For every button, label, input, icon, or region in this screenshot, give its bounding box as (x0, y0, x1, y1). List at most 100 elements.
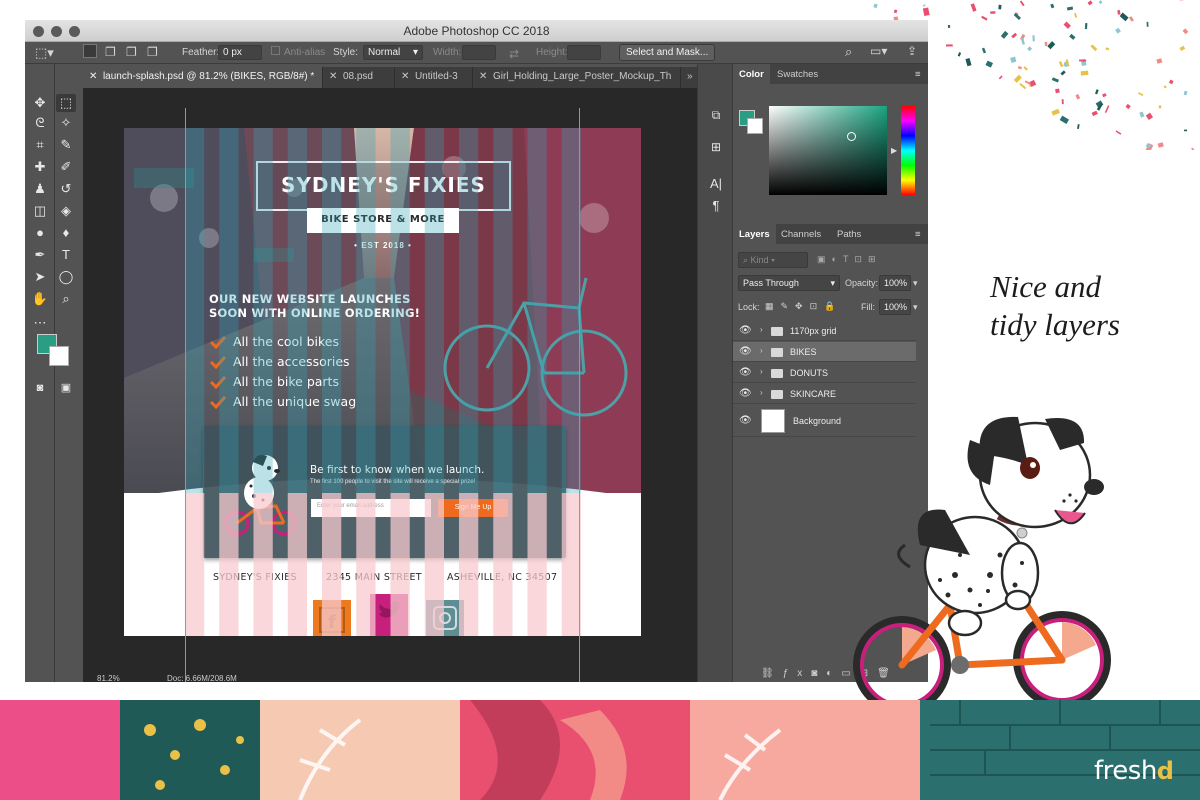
confetti-piece (1011, 32, 1018, 39)
expand-arrow-icon[interactable]: › (760, 388, 763, 397)
confetti-piece (922, 7, 930, 17)
zoom-tool-icon[interactable]: ⌕ (56, 290, 76, 308)
color-picker-handle[interactable] (847, 132, 856, 141)
tab-launch-splash[interactable]: ✕ launch-splash.psd @ 81.2% (BIKES, RGB/… (83, 67, 323, 88)
tab-untitled-3[interactable]: ✕ Untitled-3 (395, 67, 473, 88)
zoom-level[interactable]: 81.2% (97, 674, 120, 682)
signup-card: Be first to know when we launch. The fir… (203, 426, 566, 558)
marquee-tool-icon[interactable]: ⬚ (56, 94, 76, 112)
crop-tool-icon[interactable]: ⌗ (30, 136, 50, 154)
feature-item: All the cool bikes (209, 332, 356, 352)
move-tool-icon[interactable]: ✥ (30, 94, 50, 112)
visibility-eye-icon[interactable]: 👁 (739, 388, 752, 400)
quick-mask-icon[interactable]: ◙ (30, 379, 50, 397)
confetti-piece (946, 44, 953, 47)
layer-row-donuts[interactable]: 👁 › DONUTS (733, 363, 916, 383)
layer-row-1170px-grid[interactable]: 👁 › 1170px grid (733, 321, 916, 341)
libraries-panel-icon[interactable]: ⊞ (708, 140, 724, 156)
visibility-eye-icon[interactable]: 👁 (739, 415, 752, 427)
hue-slider[interactable] (901, 106, 915, 195)
store-badge-text: BIKE STORE & MORE (321, 214, 445, 225)
footer-city: ASHEVILLE, NC 34507 (447, 572, 558, 583)
background-color-swatch[interactable] (49, 346, 69, 366)
anti-alias-checkbox[interactable] (271, 46, 280, 55)
fill-input[interactable]: 100% (879, 299, 911, 315)
hue-slider-arrow-icon: ▶ (891, 146, 898, 155)
dodge-tool-icon[interactable]: ♦ (56, 224, 76, 242)
color-picker-field[interactable] (769, 106, 887, 195)
layer-row-bikes[interactable]: 👁 › BIKES (733, 342, 916, 362)
color-background-swatch[interactable] (747, 118, 763, 134)
confetti-piece (957, 52, 962, 57)
width-input[interactable] (462, 45, 496, 60)
workspace-icon[interactable]: ▭▾ (870, 44, 887, 58)
character-panel-icon[interactable]: A| (708, 176, 724, 192)
feather-input[interactable]: 0 px (218, 45, 262, 60)
guide-line-right (579, 108, 580, 682)
history-brush-icon[interactable]: ↺ (56, 180, 76, 198)
opacity-input[interactable]: 100% (879, 275, 911, 291)
tab-08[interactable]: ✕ 08.psd (323, 67, 395, 88)
expand-arrow-icon[interactable]: › (760, 367, 763, 376)
blend-mode-select[interactable]: Pass Through ▾ (738, 275, 840, 291)
subtract-selection-icon[interactable]: ❐ (126, 45, 137, 59)
screen-mode-icon[interactable]: ▣ (56, 379, 76, 397)
expand-arrow-icon[interactable]: › (760, 346, 763, 355)
eyedropper-icon[interactable]: ✎ (56, 136, 76, 154)
pen-tool-icon[interactable]: ✒ (30, 246, 50, 264)
photoshop-window: Adobe Photoshop CC 2018 ⬚▾ ❐ ❐ ❐ Feather… (25, 20, 928, 682)
search-icon[interactable]: ⌕ (845, 44, 852, 60)
more-tools-icon[interactable]: ⋯ (30, 314, 50, 332)
tabs-overflow-icon[interactable]: » (681, 67, 697, 88)
confetti-piece (1044, 41, 1048, 47)
document-tabs: ✕ launch-splash.psd @ 81.2% (BIKES, RGB/… (83, 67, 697, 88)
add-selection-icon[interactable]: ❐ (105, 45, 116, 59)
magic-wand-icon[interactable]: ✧ (56, 114, 76, 132)
new-selection-icon[interactable] (83, 44, 97, 58)
panel-dock-strip: ⧉ ⊞ A| ¶ (697, 64, 733, 682)
tab-layers[interactable]: Layers (733, 224, 776, 244)
shape-tool-icon[interactable]: ◯ (56, 268, 76, 286)
lock-icons[interactable]: ▦✎✥⊡🔒 (765, 301, 842, 312)
path-select-icon[interactable]: ➤ (30, 268, 50, 286)
visibility-eye-icon[interactable]: 👁 (739, 325, 752, 337)
height-input[interactable] (567, 45, 601, 60)
intersect-selection-icon[interactable]: ❐ (147, 45, 158, 59)
brush-tool-icon[interactable]: ✐ (56, 158, 76, 176)
tab-color[interactable]: Color (733, 64, 770, 84)
canvas-area[interactable]: SYDNEY'S FIXIES BIKE STORE & MORE • EST … (83, 88, 697, 682)
marquee-preset-icon[interactable]: ⬚▾ (35, 45, 54, 61)
layer-filter-select[interactable]: ⌕ Kind ▾ (738, 252, 808, 268)
folder-icon (771, 348, 783, 357)
paint-bucket-icon[interactable]: ◈ (56, 202, 76, 220)
tab-swatches[interactable]: Swatches (771, 64, 824, 84)
folder-icon (771, 327, 783, 336)
visibility-eye-icon[interactable]: 👁 (739, 346, 752, 358)
opacity-dropdown-icon[interactable]: ▾ (913, 278, 918, 289)
tab-girl-poster-mockup[interactable]: ✕ Girl_Holding_Large_Poster_Mockup_Th (473, 67, 681, 88)
tab-channels[interactable]: Channels (775, 224, 827, 244)
select-and-mask-button[interactable]: Select and Mask... (619, 44, 716, 61)
hand-tool-icon[interactable]: ✋ (30, 290, 50, 308)
lasso-tool-icon[interactable]: ᘓ (30, 114, 50, 132)
visibility-eye-icon[interactable]: 👁 (739, 367, 752, 379)
svg-text:f: f (328, 612, 336, 633)
fill-dropdown-icon[interactable]: ▾ (913, 302, 918, 313)
blur-tool-icon[interactable]: ● (30, 224, 50, 242)
expand-arrow-icon[interactable]: › (760, 325, 763, 334)
swap-icon[interactable]: ⇄ (509, 47, 519, 61)
tab-paths[interactable]: Paths (831, 224, 867, 244)
layer-filter-icons[interactable]: ▣◐T⊡⊞ (817, 254, 882, 265)
hero-title-box: SYDNEY'S FIXIES (256, 161, 511, 211)
clone-stamp-icon[interactable]: ♟ (30, 180, 50, 198)
paragraph-panel-icon[interactable]: ¶ (708, 198, 724, 214)
layers-menu-icon[interactable]: ≡ (909, 224, 927, 244)
type-tool-icon[interactable]: T (56, 246, 76, 264)
healing-brush-icon[interactable]: ✚ (30, 158, 50, 176)
confetti-piece (998, 4, 1002, 10)
eraser-icon[interactable]: ◫ (30, 202, 50, 220)
style-select[interactable]: Normal ▾ (363, 45, 423, 60)
panel-menu-icon[interactable]: ≡ (909, 64, 927, 84)
history-panel-icon[interactable]: ⧉ (708, 108, 724, 124)
share-icon[interactable]: ⇪ (907, 44, 917, 58)
